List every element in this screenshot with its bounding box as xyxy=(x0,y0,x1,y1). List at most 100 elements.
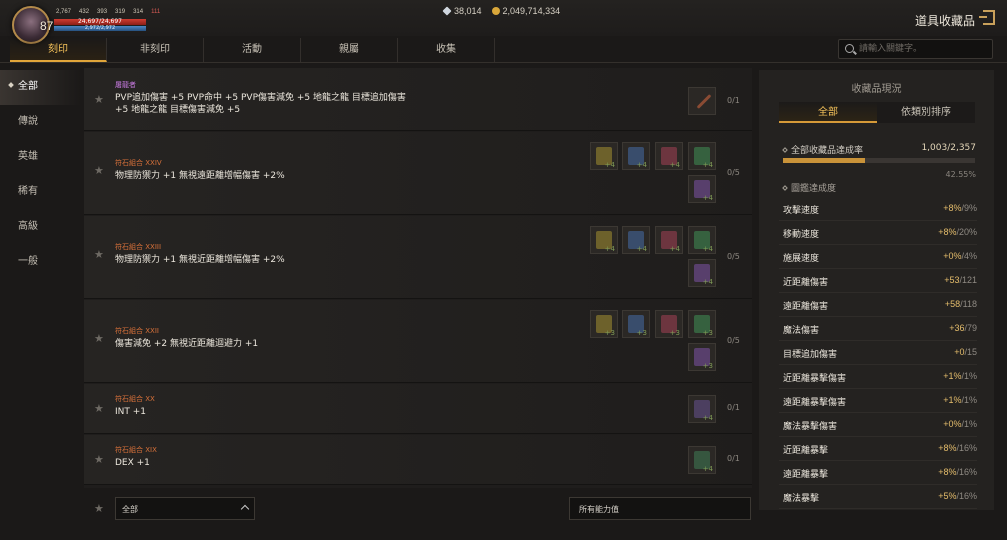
tab-sort-by-category[interactable]: 依類別排序 xyxy=(877,102,975,123)
row-category: 符石組合 XXIV xyxy=(115,159,162,167)
stat-name: 魔法暴擊傷害 xyxy=(783,422,838,432)
codex-stat-row: 遠距離暴擊 +8%/16% xyxy=(779,462,977,485)
tab-engraved[interactable]: 刻印 xyxy=(10,38,107,62)
tab-collect[interactable]: 收集 xyxy=(398,38,495,62)
item-slot[interactable]: +3 xyxy=(655,310,683,338)
stat-name: 目標追加傷害 xyxy=(783,350,838,360)
panel-title: 收藏品現況 xyxy=(851,84,902,95)
grade-sidebar: 全部 傳說 英雄 稀有 高級 一般 xyxy=(0,70,80,280)
row-description: DEX +1 xyxy=(115,458,150,468)
item-slot[interactable]: +4 xyxy=(688,446,716,474)
item-slot[interactable]: +3 xyxy=(622,310,650,338)
favorite-star-icon[interactable]: ★ xyxy=(94,164,104,177)
exit-icon[interactable] xyxy=(979,10,995,25)
stat-value: +8%/20% xyxy=(938,227,977,237)
collection-row[interactable]: ★ 符石組合 XXII 傷害減免 +2 無視近距離迴避力 +1 +3 +3 +3… xyxy=(84,300,752,383)
item-slot[interactable]: +4 xyxy=(590,226,618,254)
row-count: 0/5 xyxy=(727,336,740,345)
sidebar-item-normal[interactable]: 一般 xyxy=(0,245,80,280)
gold-currency: 2,049,714,334 xyxy=(491,6,560,16)
item-slot[interactable]: +4 xyxy=(655,226,683,254)
diamond-bullet-icon xyxy=(782,185,788,191)
favorite-star-icon[interactable]: ★ xyxy=(94,453,104,466)
gold-coin-icon xyxy=(491,7,500,15)
search-input[interactable] xyxy=(859,42,987,56)
stat-evasion: 314 xyxy=(133,9,144,15)
codex-stat-row: 施展速度 +0%/4% xyxy=(779,246,977,269)
stat-name: 近距離傷害 xyxy=(783,278,829,288)
favorite-star-icon[interactable]: ★ xyxy=(94,93,104,106)
favorite-star-icon[interactable]: ★ xyxy=(94,332,104,345)
collection-list: ★ 屠龍者 PVP追加傷害 +5 PVP命中 +5 PVP傷害減免 +5 地龍之… xyxy=(84,68,752,488)
tab-all[interactable]: 全部 xyxy=(779,102,877,123)
row-count: 0/1 xyxy=(727,403,740,412)
sidebar-item-hero[interactable]: 英雄 xyxy=(0,140,80,175)
completion-rate-value: 1,003/2,357 xyxy=(921,143,976,153)
row-category: 符石組合 XXII xyxy=(115,327,159,335)
stat-reduction: 111 xyxy=(151,9,161,15)
search-icon[interactable] xyxy=(845,44,854,53)
codex-stat-row: 目標追加傷害 +0/15 xyxy=(779,342,977,365)
top-bar: 87 2,767 432 393 319 314 111 24,697/24,6… xyxy=(0,0,1007,44)
favorite-star-icon[interactable]: ★ xyxy=(94,402,104,415)
ability-filter-dropdown[interactable]: 所有能力值 xyxy=(569,497,751,520)
row-description: PVP追加傷害 +5 PVP命中 +5 PVP傷害減免 +5 地龍之龍 目標追加… xyxy=(115,93,406,115)
collection-row[interactable]: ★ 屠龍者 PVP追加傷害 +5 PVP命中 +5 PVP傷害減免 +5 地龍之… xyxy=(84,68,752,131)
sidebar-item-legendary[interactable]: 傳說 xyxy=(0,105,80,140)
stat-attack: 432 xyxy=(79,9,90,15)
item-slot[interactable]: +4 xyxy=(590,142,618,170)
item-slot[interactable]: +4 xyxy=(688,259,716,287)
stat-value: +36/79 xyxy=(949,323,977,333)
diamond-amount: 38,014 xyxy=(454,6,482,16)
row-count: 0/1 xyxy=(727,96,740,105)
collection-row[interactable]: ★ 符石組合 XXIV 物理防禦力 +1 無視遠距離增幅傷害 +2% +4 +4… xyxy=(84,132,752,215)
favorite-filter-star-icon[interactable]: ★ xyxy=(94,502,104,515)
favorite-star-icon[interactable]: ★ xyxy=(94,248,104,261)
grade-filter-dropdown[interactable]: 全部 xyxy=(115,497,255,520)
sidebar-item-all[interactable]: 全部 xyxy=(0,70,80,105)
character-level: 87 xyxy=(40,19,54,33)
item-slot[interactable]: +4 xyxy=(688,226,716,254)
stat-name: 施展速度 xyxy=(783,254,820,264)
stat-value: +1%/1% xyxy=(943,371,977,381)
row-description: 物理防禦力 +1 無視遠距離增幅傷害 +2% xyxy=(115,171,285,181)
diamond-bullet-icon xyxy=(782,147,788,153)
item-slot[interactable]: +4 xyxy=(655,142,683,170)
collection-row[interactable]: ★ 符石組合 XXIII 物理防禦力 +1 無視近距離增幅傷害 +2% +4 +… xyxy=(84,216,752,299)
tab-kinship[interactable]: 親屬 xyxy=(301,38,398,62)
diamond-icon xyxy=(442,6,452,16)
stat-name: 遠距離傷害 xyxy=(783,302,829,312)
mp-text: 2,972/2,972 xyxy=(84,25,116,31)
stat-name: 遠距離暴擊 xyxy=(783,470,829,480)
sidebar-item-rare[interactable]: 稀有 xyxy=(0,175,80,210)
stat-name: 遠距離暴擊傷害 xyxy=(783,398,847,408)
item-slot[interactable]: +3 xyxy=(590,310,618,338)
item-slot[interactable]: +3 xyxy=(688,343,716,371)
tabs-divider xyxy=(0,62,1007,63)
codex-stat-row: 魔法暴擊 +5%/16% xyxy=(779,486,977,509)
item-slot[interactable]: +4 xyxy=(622,226,650,254)
item-slot[interactable]: +4 xyxy=(688,395,716,423)
item-slot[interactable]: +4 xyxy=(688,142,716,170)
main-tabs: 刻印 非刻印 活動 親屬 收集 xyxy=(10,38,495,62)
row-count: 0/5 xyxy=(727,252,740,261)
codex-stat-row: 遠距離暴擊傷害 +1%/1% xyxy=(779,390,977,413)
collection-row[interactable]: ★ 符石組合 XIX DEX +1 +4 0/1 xyxy=(84,435,752,485)
stat-value: +0%/4% xyxy=(943,251,977,261)
tab-non-engraved[interactable]: 非刻印 xyxy=(107,38,204,62)
stat-value: +1%/1% xyxy=(943,395,977,405)
item-slot[interactable] xyxy=(688,87,716,115)
item-slot[interactable]: +4 xyxy=(688,175,716,203)
sidebar-item-premium[interactable]: 高級 xyxy=(0,210,80,245)
row-category: 符石組合 XIX xyxy=(115,446,157,454)
item-slot[interactable]: +4 xyxy=(622,142,650,170)
item-slot[interactable]: +3 xyxy=(688,310,716,338)
row-count: 0/5 xyxy=(727,168,740,177)
collection-row[interactable]: ★ 符石組合 XX INT +1 +4 0/1 xyxy=(84,384,752,434)
codex-completion-label: 圖鑑達成度 xyxy=(782,181,836,194)
character-stats-row: 2,767 432 393 319 314 111 xyxy=(56,9,160,15)
codex-stat-row: 魔法暴擊傷害 +0%/1% xyxy=(779,414,977,437)
hp-text: 24,697/24,697 xyxy=(77,18,122,25)
tab-event[interactable]: 活動 xyxy=(204,38,301,62)
codex-stat-row: 攻擊速度 +8%/9% xyxy=(779,198,977,221)
